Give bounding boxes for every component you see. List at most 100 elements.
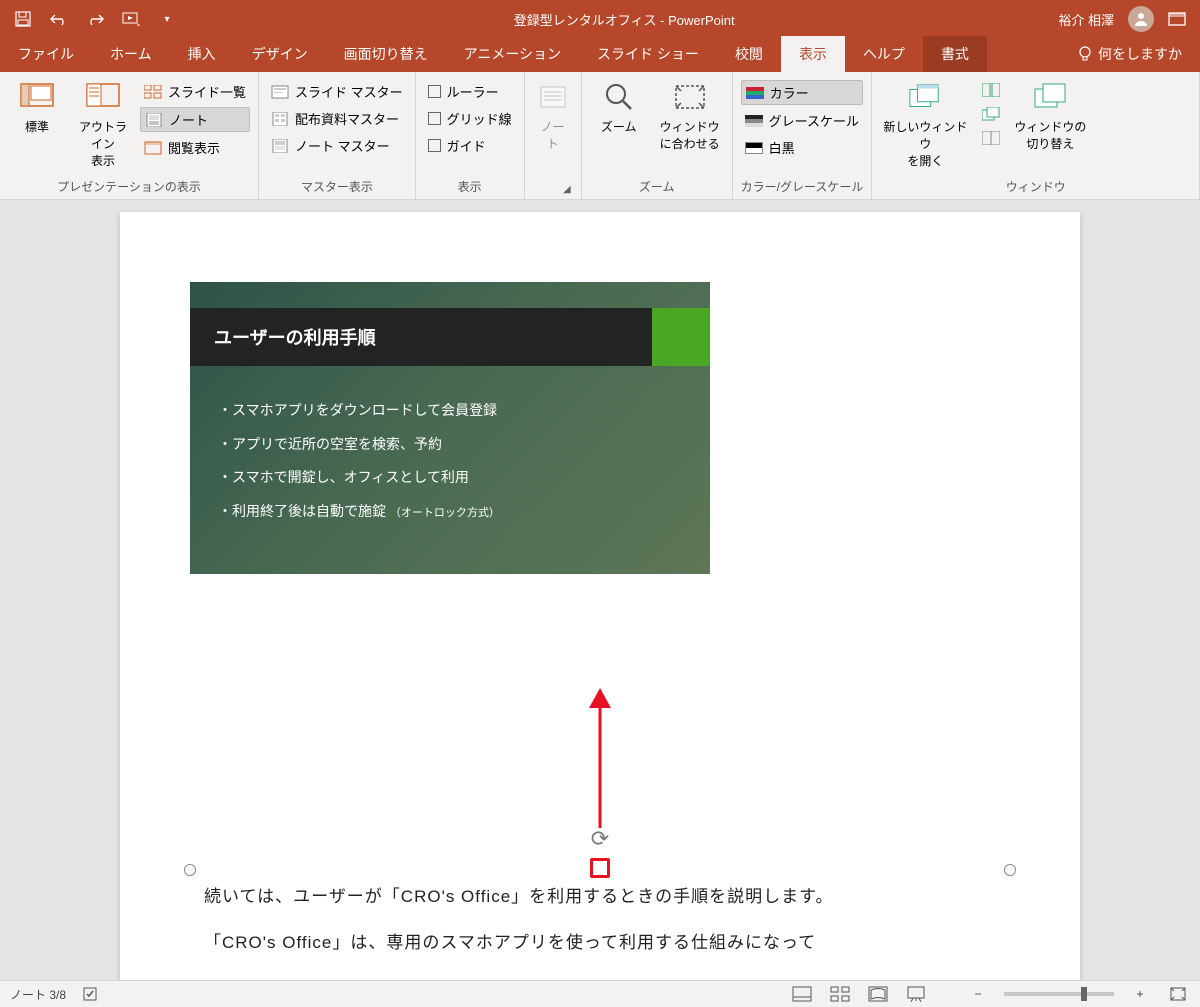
group-label: ウィンドウ — [880, 175, 1191, 199]
checkbox-icon — [428, 139, 441, 152]
title-bar: ▾ 登録型レンタルオフィス - PowerPoint 裕介 相澤 — [0, 0, 1200, 38]
notes-page[interactable]: ユーザーの利用手順 スマホアプリをダウンロードして会員登録 アプリで近所の空室を… — [120, 212, 1080, 980]
user-name: 裕介 相澤 — [1058, 10, 1114, 29]
tab-slideshow[interactable]: スライド ショー — [579, 36, 717, 72]
split-icon — [982, 130, 1000, 146]
bw-button[interactable]: 白黒 — [741, 136, 863, 159]
zoom-button[interactable]: ズーム — [590, 76, 648, 135]
color-button[interactable]: カラー — [741, 80, 863, 105]
tab-review[interactable]: 校閲 — [717, 36, 781, 72]
notes-master-button[interactable]: ノート マスター — [267, 134, 407, 157]
tab-design[interactable]: デザイン — [234, 36, 326, 72]
start-from-beginning-icon[interactable] — [122, 10, 140, 28]
group-label: ◢ — [533, 178, 573, 199]
lightbulb-icon — [1078, 46, 1092, 62]
zoom-slider-thumb[interactable] — [1081, 987, 1087, 1001]
group-color-grayscale: カラー グレースケール 白黒 カラー/グレースケール — [733, 72, 873, 199]
tab-animations[interactable]: アニメーション — [446, 36, 579, 72]
grayscale-swatch-icon — [745, 115, 763, 127]
group-notes: ノー ト ◢ — [525, 72, 582, 199]
handout-master-icon — [271, 111, 289, 127]
slide-bullet: スマホで開錠し、オフィスとして利用 — [218, 461, 682, 495]
tab-file[interactable]: ファイル — [0, 36, 92, 72]
new-window-button[interactable]: 新しいウィンドウ を開く — [880, 76, 970, 169]
tab-transitions[interactable]: 画面切り替え — [326, 36, 446, 72]
notes-line: 続いては、ユーザーが「CRO's Office」を利用するときの手順を説明します… — [204, 880, 996, 914]
slide-bullet: スマホアプリをダウンロードして会員登録 — [218, 394, 682, 428]
notes-page-button[interactable]: ノート — [140, 107, 250, 132]
rotate-handle-icon[interactable]: ⟳ — [591, 826, 609, 852]
zoom-icon — [602, 80, 636, 114]
resize-handle-icon[interactable] — [184, 864, 196, 876]
group-zoom: ズーム ウィンドウ に合わせる ズーム — [582, 72, 733, 199]
slide-master-icon — [271, 84, 289, 100]
slide-master-button[interactable]: スライド マスター — [267, 80, 407, 103]
tell-me-search[interactable]: 何をしますか — [1066, 44, 1200, 72]
fit-window-button[interactable]: ウィンドウ に合わせる — [656, 76, 724, 152]
notes-page-icon — [145, 112, 163, 128]
redo-icon[interactable] — [86, 10, 104, 28]
undo-icon[interactable] — [50, 10, 68, 28]
resize-handle-top-icon[interactable] — [590, 858, 610, 878]
notes-textbox[interactable]: 続いては、ユーザーが「CRO's Office」を利用するときの手順を説明します… — [190, 870, 1010, 970]
tab-format[interactable]: 書式 — [923, 36, 987, 72]
slide-sorter-button[interactable]: スライド一覧 — [140, 80, 250, 103]
normal-view-icon — [20, 80, 54, 114]
gridlines-checkbox[interactable]: グリッド線 — [424, 107, 516, 130]
slide-sorter-view-icon[interactable] — [828, 984, 852, 1004]
work-area[interactable]: ユーザーの利用手順 スマホアプリをダウンロードして会員登録 アプリで近所の空室を… — [0, 200, 1200, 980]
ribbon-tabs: ファイル ホーム 挿入 デザイン 画面切り替え アニメーション スライド ショー… — [0, 38, 1200, 72]
normal-view-icon[interactable] — [790, 984, 814, 1004]
save-icon[interactable] — [14, 10, 32, 28]
grayscale-button[interactable]: グレースケール — [741, 109, 863, 132]
slide-thumbnail[interactable]: ユーザーの利用手順 スマホアプリをダウンロードして会員登録 アプリで近所の空室を… — [190, 282, 710, 574]
notes-line: 「CRO's Office」は、専用のスマホアプリを使って利用する仕組みになって — [204, 926, 996, 960]
notes-master-icon — [271, 138, 289, 154]
slideshow-view-icon[interactable] — [904, 984, 928, 1004]
handout-master-button[interactable]: 配布資料マスター — [267, 107, 407, 130]
dialog-launcher-icon[interactable]: ◢ — [563, 184, 571, 195]
reading-view-icon[interactable] — [866, 984, 890, 1004]
arrange-all-button[interactable] — [978, 80, 1004, 100]
slide-title: ユーザーの利用手順 — [190, 324, 376, 350]
group-label: カラー/グレースケール — [741, 175, 864, 199]
notes-text[interactable]: 続いては、ユーザーが「CRO's Office」を利用するときの手順を説明します… — [190, 870, 1010, 970]
group-show: ルーラー グリッド線 ガイド 表示 — [416, 72, 525, 199]
group-label: プレゼンテーションの表示 — [8, 175, 250, 199]
move-split-button[interactable] — [978, 128, 1004, 148]
ribbon-view: 標準 アウトライン 表示 スライド一覧 ノート 閲覧表示 プレゼンテーションの表… — [0, 72, 1200, 200]
page-indicator[interactable]: ノート 3/8 — [10, 986, 66, 1003]
group-presentation-views: 標準 アウトライン 表示 スライド一覧 ノート 閲覧表示 プレゼンテーションの表… — [0, 72, 259, 199]
spellcheck-icon[interactable] — [80, 984, 104, 1004]
tab-insert[interactable]: 挿入 — [170, 36, 234, 72]
outline-view-button[interactable]: アウトライン 表示 — [74, 76, 132, 169]
user-avatar-icon[interactable] — [1128, 6, 1154, 32]
tell-me-label: 何をしますか — [1098, 44, 1182, 64]
switch-windows-icon — [1033, 80, 1067, 114]
ruler-checkbox[interactable]: ルーラー — [424, 80, 516, 103]
cascade-button[interactable] — [978, 104, 1004, 124]
zoom-out-icon[interactable]: − — [966, 984, 990, 1004]
reading-view-icon — [144, 140, 162, 156]
slide-bullet: アプリで近所の空室を検索、予約 — [218, 428, 682, 462]
tab-view[interactable]: 表示 — [781, 36, 845, 72]
zoom-in-icon[interactable]: + — [1128, 984, 1152, 1004]
fit-window-icon — [673, 80, 707, 114]
tab-home[interactable]: ホーム — [92, 36, 170, 72]
resize-handle-icon[interactable] — [1004, 864, 1016, 876]
fit-to-window-icon[interactable] — [1166, 984, 1190, 1004]
reading-view-button[interactable]: 閲覧表示 — [140, 136, 250, 159]
customize-qat-icon[interactable]: ▾ — [158, 10, 176, 28]
guides-checkbox[interactable]: ガイド — [424, 134, 516, 157]
slide-bullet: 利用終了後は自動で施錠 （オートロック方式） — [218, 495, 682, 529]
notes-pane-button: ノー ト — [533, 76, 573, 152]
checkbox-icon — [428, 85, 441, 98]
window-title: 登録型レンタルオフィス - PowerPoint — [190, 10, 1058, 29]
tab-help[interactable]: ヘルプ — [845, 36, 923, 72]
zoom-slider[interactable] — [1004, 992, 1114, 996]
bw-swatch-icon — [745, 142, 763, 154]
switch-windows-button[interactable]: ウィンドウの 切り替え — [1012, 76, 1088, 152]
normal-view-button[interactable]: 標準 — [8, 76, 66, 135]
ribbon-display-options-icon[interactable] — [1168, 12, 1186, 26]
slide-sorter-icon — [144, 84, 162, 100]
